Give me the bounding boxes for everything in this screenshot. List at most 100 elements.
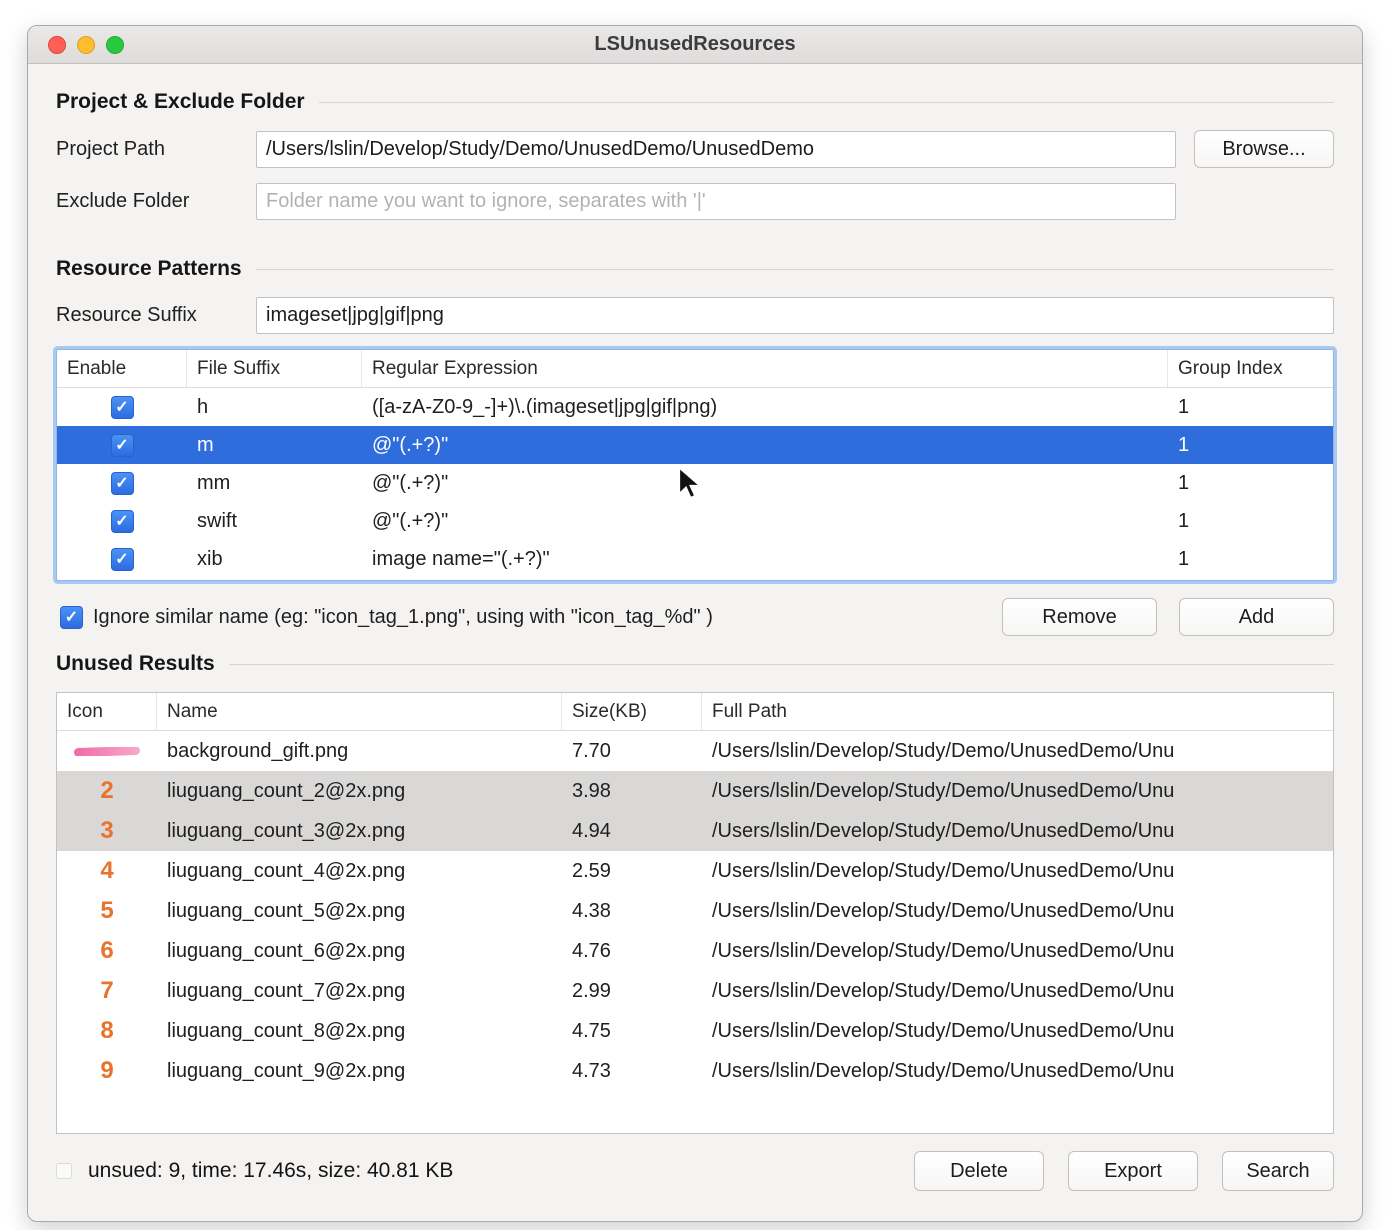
pattern-row[interactable]: ✓ swift @"(.+?)" 1: [57, 502, 1333, 540]
patterns-table[interactable]: Enable File Suffix Regular Expression Gr…: [56, 349, 1334, 581]
file-suffix-cell: m: [197, 433, 214, 456]
column-header-regex[interactable]: Regular Expression: [362, 350, 1168, 387]
result-row[interactable]: 5 liuguang_count_5@2x.png 4.38/Users/lslin…: [57, 891, 1333, 931]
resource-suffix-input[interactable]: [256, 297, 1334, 334]
ignore-similar-row: ✓ Ignore similar name (eg: "icon_tag_1.p…: [56, 598, 1334, 636]
file-size-cell: 2.59: [572, 859, 611, 882]
file-name-cell: liuguang_count_6@2x.png: [167, 939, 406, 962]
regex-cell: @"(.+?)": [372, 433, 449, 456]
add-button[interactable]: Add: [1179, 598, 1334, 636]
file-name-cell: liuguang_count_5@2x.png: [167, 899, 406, 922]
close-button[interactable]: [48, 36, 66, 54]
enable-checkbox[interactable]: ✓: [110, 547, 134, 571]
column-header-name[interactable]: Name: [157, 693, 562, 730]
file-size-cell: 4.76: [572, 939, 611, 962]
result-row[interactable]: 6 liuguang_count_6@2x.png 4.76/Users/lslin…: [57, 931, 1333, 971]
icon-cell: 3: [57, 817, 157, 845]
result-row[interactable]: 8 liuguang_count_8@2x.png 4.75/Users/lslin…: [57, 1011, 1333, 1051]
project-section-heading: Project & Exclude Folder: [56, 90, 1334, 114]
file-suffix-cell: mm: [197, 471, 231, 494]
status-bar: unsued: 9, time: 17.46s, size: 40.81 KB …: [56, 1149, 1334, 1191]
resource-suffix-row: Resource Suffix: [56, 297, 1334, 334]
results-table[interactable]: Icon Name Size(KB) Full Path background_…: [56, 692, 1334, 1134]
file-path-cell: /Users/lslin/Develop/Study/Demo/UnusedDe…: [712, 779, 1175, 802]
pattern-row[interactable]: ✓ m @"(.+?)" 1: [57, 426, 1333, 464]
result-row[interactable]: 7 liuguang_count_7@2x.png 2.99/Users/lslin…: [57, 971, 1333, 1011]
icon-cell: 5: [57, 897, 157, 925]
browse-button[interactable]: Browse...: [1194, 130, 1334, 168]
number-thumbnail-icon: 3: [100, 817, 114, 844]
file-suffix-cell: h: [197, 395, 209, 418]
enable-checkbox[interactable]: ✓: [110, 433, 134, 457]
number-thumbnail-icon: 9: [100, 1057, 114, 1084]
ignore-similar-checkbox[interactable]: ✓: [60, 605, 83, 629]
file-name-cell: liuguang_count_8@2x.png: [167, 1019, 406, 1042]
export-button[interactable]: Export: [1068, 1151, 1198, 1191]
file-size-cell: 7.70: [572, 739, 611, 762]
file-name-cell: liuguang_count_9@2x.png: [167, 1059, 406, 1082]
result-row[interactable]: 3 liuguang_count_3@2x.png 4.94/Users/lslin…: [57, 811, 1333, 851]
pattern-row[interactable]: ✓ mm @"(.+?)" 1: [57, 464, 1333, 502]
result-row[interactable]: 9 liuguang_count_9@2x.png 4.73/Users/lslin…: [57, 1051, 1333, 1091]
enable-cell: ✓: [57, 395, 187, 419]
file-path-cell: /Users/lslin/Develop/Study/Demo/UnusedDe…: [712, 899, 1175, 922]
result-row[interactable]: 4 liuguang_count_4@2x.png 2.59/Users/lslin…: [57, 851, 1333, 891]
traffic-lights: [48, 36, 124, 54]
pattern-row[interactable]: ✓ h ([a-zA-Z0-9_-]+)\.(imageset|jpg|gif|pn…: [57, 388, 1333, 426]
zoom-button[interactable]: [106, 36, 124, 54]
exclude-folder-row: Exclude Folder: [56, 183, 1334, 220]
icon-cell: 7: [57, 977, 157, 1005]
results-table-body: background_gift.png 7.70/Users/lslin/Deve…: [57, 731, 1333, 1091]
enable-cell: ✓: [57, 433, 187, 457]
icon-cell: 9: [57, 1057, 157, 1085]
file-name-cell: liuguang_count_7@2x.png: [167, 979, 406, 1002]
regex-cell: @"(.+?)": [372, 471, 449, 494]
titlebar[interactable]: LSUnusedResources: [28, 26, 1362, 64]
group-index-cell: 1: [1178, 509, 1190, 532]
file-path-cell: /Users/lslin/Develop/Study/Demo/UnusedDe…: [712, 1059, 1175, 1082]
search-button[interactable]: Search: [1222, 1151, 1334, 1191]
enable-checkbox[interactable]: ✓: [110, 509, 134, 533]
results-heading-label: Unused Results: [56, 652, 215, 675]
file-size-cell: 4.75: [572, 1019, 611, 1042]
column-header-enable[interactable]: Enable: [57, 350, 187, 387]
group-index-cell: 1: [1178, 471, 1190, 494]
number-thumbnail-icon: 7: [100, 977, 114, 1004]
file-path-cell: /Users/lslin/Develop/Study/Demo/UnusedDe…: [712, 819, 1175, 842]
file-name-cell: background_gift.png: [167, 739, 349, 762]
number-thumbnail-icon: 6: [100, 937, 114, 964]
icon-cell: 4: [57, 857, 157, 885]
project-path-row: Project Path Browse...: [56, 130, 1334, 168]
resource-suffix-label: Resource Suffix: [56, 304, 197, 326]
column-header-icon[interactable]: Icon: [57, 693, 157, 730]
group-index-cell: 1: [1178, 547, 1190, 570]
column-header-full-path[interactable]: Full Path: [702, 693, 1333, 730]
icon-cell: 2: [57, 777, 157, 805]
pattern-row[interactable]: ✓ xib image name="(.+?)" 1: [57, 540, 1333, 578]
delete-button[interactable]: Delete: [914, 1151, 1044, 1191]
file-size-cell: 2.99: [572, 979, 611, 1002]
enable-checkbox[interactable]: ✓: [110, 395, 134, 419]
exclude-folder-input[interactable]: [256, 183, 1176, 220]
result-row[interactable]: 2 liuguang_count_2@2x.png 3.98/Users/lslin…: [57, 771, 1333, 811]
enable-checkbox[interactable]: ✓: [110, 471, 134, 495]
heading-separator: [228, 663, 1334, 665]
number-thumbnail-icon: 2: [100, 777, 114, 804]
icon-cell: [57, 746, 157, 756]
file-path-cell: /Users/lslin/Develop/Study/Demo/UnusedDe…: [712, 1019, 1175, 1042]
group-index-cell: 1: [1178, 395, 1190, 418]
result-row[interactable]: background_gift.png 7.70/Users/lslin/Deve…: [57, 731, 1333, 771]
file-size-cell: 4.38: [572, 899, 611, 922]
number-thumbnail-icon: 5: [100, 897, 114, 924]
ignore-similar-label: Ignore similar name (eg: "icon_tag_1.png…: [93, 605, 713, 628]
group-index-cell: 1: [1178, 433, 1190, 456]
column-header-size[interactable]: Size(KB): [562, 693, 702, 730]
column-header-group-index[interactable]: Group Index: [1168, 350, 1333, 387]
column-header-file-suffix[interactable]: File Suffix: [187, 350, 362, 387]
enable-cell: ✓: [57, 471, 187, 495]
remove-button[interactable]: Remove: [1002, 598, 1157, 636]
minimize-button[interactable]: [77, 36, 95, 54]
image-thumbnail-icon: [73, 746, 141, 756]
project-path-input[interactable]: [256, 130, 1176, 168]
resize-grip[interactable]: [56, 1163, 72, 1179]
